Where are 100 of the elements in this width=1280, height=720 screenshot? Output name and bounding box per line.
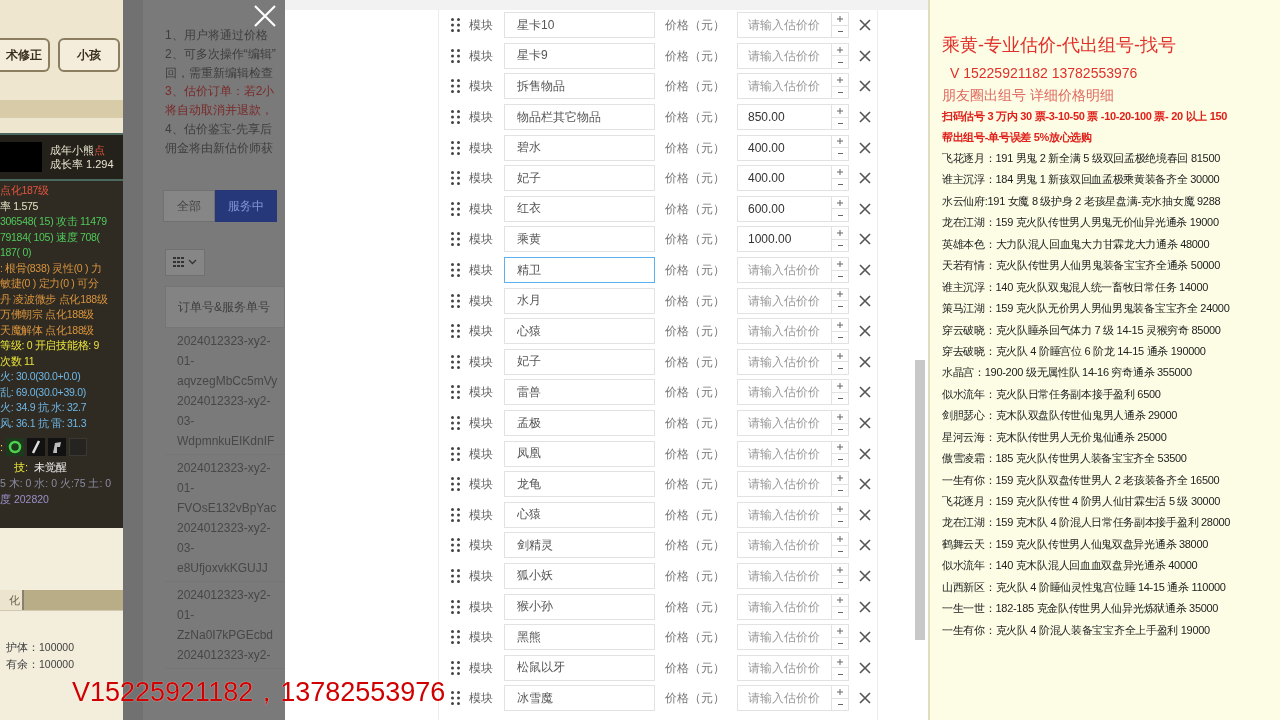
price-field[interactable]: 请输入估价价 xyxy=(737,257,832,284)
price-field[interactable]: 请输入估价价 xyxy=(737,563,832,589)
field-label: 模块 xyxy=(469,78,494,96)
price-field[interactable]: 请输入估价价 xyxy=(737,685,832,712)
close-icon[interactable] xyxy=(859,355,871,368)
scrollbar[interactable] xyxy=(915,360,925,640)
name-field[interactable]: 心猿 xyxy=(504,501,655,528)
name-field[interactable]: 黑熊 xyxy=(504,624,655,651)
close-icon[interactable] xyxy=(859,111,871,124)
price-field[interactable]: 请输入估价价 xyxy=(737,410,832,436)
name-field[interactable]: 碧水 xyxy=(504,134,655,161)
name-field[interactable]: 龙龟 xyxy=(504,471,655,498)
field-label: 价格（元） xyxy=(665,47,726,65)
close-icon[interactable] xyxy=(859,692,871,705)
price-field[interactable]: 请输入估价价 xyxy=(737,287,832,314)
close-icon[interactable] xyxy=(859,294,871,307)
close-icon[interactable] xyxy=(859,202,871,215)
name-field[interactable]: 红衣 xyxy=(504,195,655,222)
tab[interactable]: 化 xyxy=(0,590,24,610)
name-field[interactable]: 精卫 xyxy=(504,257,655,284)
plus-icon xyxy=(837,566,843,573)
close-icon[interactable] xyxy=(859,600,871,613)
view-dropdown[interactable] xyxy=(165,248,205,276)
name-field[interactable]: 猴小孙 xyxy=(504,593,655,620)
price-field[interactable]: 请输入估价价 xyxy=(737,624,832,651)
name-field[interactable]: 凤凰 xyxy=(504,440,655,467)
field-label: 模块 xyxy=(469,598,494,616)
price-field[interactable]: 850.00 xyxy=(737,104,832,131)
name-field[interactable]: 剑精灵 xyxy=(504,532,655,559)
price-field[interactable]: 请输入估价价 xyxy=(737,501,832,528)
price-field[interactable]: 1000.00 xyxy=(737,226,832,253)
stat-line: 天魔解体 点化188级 xyxy=(0,322,96,338)
close-icon[interactable] xyxy=(859,172,871,185)
name-field[interactable]: 妃子 xyxy=(504,165,655,192)
close-icon[interactable] xyxy=(859,386,871,399)
price-field[interactable]: 请输入估价价 xyxy=(737,379,832,406)
name-field[interactable]: 星卡10 xyxy=(504,12,655,39)
stat-line: 乱: 69.0(30.0+39.0) xyxy=(0,384,87,400)
close-icon[interactable] xyxy=(859,631,871,644)
field-label: 模块 xyxy=(469,139,494,157)
price-field[interactable]: 请输入估价价 xyxy=(737,348,832,375)
price-field[interactable]: 请输入估价价 xyxy=(737,440,832,467)
listing-line: 谁主沉浮：140 克火队双鬼混人统一畜牧日常任务 14000 xyxy=(942,279,1210,295)
close-icon[interactable] xyxy=(859,570,871,582)
close-icon[interactable] xyxy=(859,264,871,277)
close-icon[interactable] xyxy=(859,49,871,62)
drag-handle-icon xyxy=(451,660,460,675)
name-field[interactable]: 冰雪魔 xyxy=(504,685,655,712)
price-field[interactable]: 请输入估价价 xyxy=(737,593,832,620)
listing-line: 穿去破晓：克火队 4 阶睡宫位 6 阶龙 14-15 通杀 190000 xyxy=(942,343,1207,359)
name-field[interactable]: 物品栏其它物品 xyxy=(504,104,655,131)
name-field[interactable]: 妃子 xyxy=(504,348,655,375)
name-field[interactable]: 拆售物品 xyxy=(504,73,655,100)
name-field[interactable]: 狐小妖 xyxy=(504,563,655,589)
price-field[interactable]: 请输入估价价 xyxy=(737,532,832,559)
minus-icon xyxy=(837,152,843,156)
listing-line: 一生有你：克火队 4 阶混人装备宝宝齐全上手盈利 19000 xyxy=(942,622,1211,638)
close-icon[interactable] xyxy=(859,141,871,154)
price-field[interactable]: 请输入估价价 xyxy=(737,42,832,69)
field-label: 价格（元） xyxy=(665,537,726,555)
price-field[interactable]: 400.00 xyxy=(737,165,832,192)
close-icon[interactable] xyxy=(859,19,871,32)
plus-icon xyxy=(837,169,843,175)
name-field[interactable]: 心猿 xyxy=(504,318,655,345)
listing-line: 龙在江湖：159 克火队传世男人男鬼无价仙异光通杀 19000 xyxy=(942,215,1220,231)
name-field[interactable]: 雷兽 xyxy=(504,379,655,406)
close-icon[interactable] xyxy=(859,478,871,491)
close-icon[interactable] xyxy=(859,508,871,521)
close-icon[interactable] xyxy=(859,661,871,674)
close-icon[interactable] xyxy=(859,80,871,93)
stat-line: 护体：100000 xyxy=(6,640,76,655)
field-label: 模块 xyxy=(469,231,494,249)
price-field[interactable]: 请输入估价价 xyxy=(737,73,832,100)
close-icon[interactable] xyxy=(859,447,871,460)
drag-handle-icon xyxy=(451,79,460,94)
price-field[interactable]: 请输入估价价 xyxy=(737,654,832,681)
filter-button[interactable]: 服务中 xyxy=(215,189,277,222)
name-field[interactable]: 乘黄 xyxy=(504,226,655,253)
price-field[interactable]: 请输入估价价 xyxy=(737,318,832,345)
name-field[interactable]: 松鼠以牙 xyxy=(504,654,655,681)
name-field[interactable]: 孟极 xyxy=(504,410,655,436)
field-label: 模块 xyxy=(469,476,494,494)
close-icon[interactable] xyxy=(859,417,871,429)
name-field[interactable]: 星卡9 xyxy=(504,42,655,69)
pricing-line: 扫码估号 3 万内 30 票-3-10-50 票 -10-20-100 票- 20 以上 150 xyxy=(942,109,1229,124)
close-icon[interactable] xyxy=(859,325,871,338)
price-field[interactable]: 600.00 xyxy=(737,195,832,222)
drag-handle-icon xyxy=(451,232,460,247)
close-icon[interactable] xyxy=(859,233,871,246)
close-icon[interactable] xyxy=(859,539,871,552)
price-field[interactable]: 400.00 xyxy=(737,134,832,161)
name-field[interactable]: 水月 xyxy=(504,287,655,314)
price-field[interactable]: 请输入估价价 xyxy=(737,471,832,498)
drag-handle-icon xyxy=(451,691,460,706)
field-label: 模块 xyxy=(469,200,494,218)
tab[interactable]: 术修正 xyxy=(0,38,50,72)
tab[interactable]: 小孩 xyxy=(58,38,120,72)
price-field[interactable]: 请输入估价价 xyxy=(737,12,832,39)
plus-icon xyxy=(837,474,843,481)
plus-icon xyxy=(837,536,843,543)
